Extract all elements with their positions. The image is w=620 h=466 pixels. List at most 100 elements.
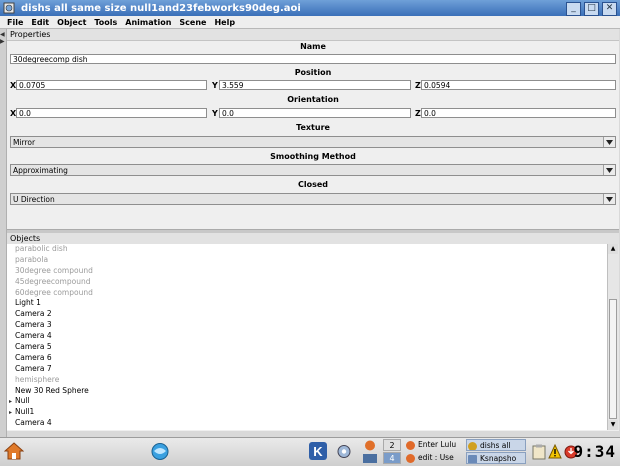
object-name: Camera 4 [15,331,52,341]
task-edit-use[interactable]: edit : Use [405,452,465,464]
desktop-icon[interactable] [362,453,378,464]
left-dock-strip[interactable]: ◀ ▶ [0,29,7,437]
name-label: Name [300,42,326,51]
aoi-task-icon [468,442,477,450]
orientation-y-label: Y [212,109,218,118]
closed-label: Closed [297,180,329,189]
position-x-field[interactable]: 0.0705 [16,80,207,90]
object-tree-item[interactable]: 45degreecompound [7,277,607,288]
object-tree-item[interactable]: parabolic dish [7,244,607,255]
orientation-y-field[interactable]: 0.0 [219,108,411,118]
object-tree-item[interactable]: Camera 7 [7,364,607,375]
object-tree-item[interactable]: New 30 Red Sphere [7,386,607,397]
menu-scene[interactable]: Scene [179,18,206,27]
object-tree-item[interactable]: Camera 2 [7,309,607,320]
position-label: Position [294,68,332,77]
position-y-label: Y [212,81,218,90]
chevron-down-icon[interactable] [603,165,615,175]
task-label: edit : Use [418,453,454,462]
object-name: parabola [15,254,49,264]
warning-icon[interactable] [548,444,562,460]
object-name: Camera 2 [15,309,52,319]
object-tree-item[interactable]: Camera 4 [7,418,607,429]
expand-arrow-icon[interactable]: ▶ [0,38,6,45]
object-tree[interactable]: parabolic dish parabola 30degree compound 4… [7,244,607,430]
network-icon[interactable] [150,442,170,461]
texture-value: Mirror [13,138,36,147]
object-name: New 30 Red Sphere [15,385,89,395]
scroll-down-icon[interactable]: ▼ [608,420,618,430]
task-dishs-all[interactable]: dishs all [466,439,526,451]
pager-desktop-4[interactable]: 4 [383,452,401,464]
menu-tools[interactable]: Tools [94,18,117,27]
menu-object[interactable]: Object [57,18,86,27]
object-tree-item[interactable]: Light 1 [7,298,607,309]
object-name: Camera 7 [15,363,52,373]
menu-animation[interactable]: Animation [125,18,171,27]
task-label: Ksnapsho [480,454,517,463]
object-name: Camera 4 [15,418,52,428]
menu-help[interactable]: Help [214,18,235,27]
smoothing-label: Smoothing Method [270,152,356,161]
smoothing-dropdown[interactable]: Approximating [10,164,616,176]
orientation-label: Orientation [287,95,339,104]
object-tree-item[interactable]: Camera 6 [7,353,607,364]
menu-edit[interactable]: Edit [31,18,49,27]
object-name: 60degree compound [15,287,93,297]
chevron-down-icon[interactable] [603,194,615,204]
object-tree-item[interactable]: Camera 5 [7,342,607,353]
object-name: Null1 [15,407,35,417]
objects-panel: Objects parabolic dish parabola 30degree c… [7,233,619,431]
home-icon[interactable] [4,441,24,461]
name-field[interactable]: 30degreecomp dish [10,54,616,64]
texture-label: Texture [296,123,330,132]
clock[interactable]: 9:34 [573,442,616,461]
smoothing-value: Approximating [13,166,68,175]
orientation-z-field[interactable]: 0.0 [421,108,616,118]
desktop-pager[interactable]: 2 4 [383,439,401,465]
task-enter-lulu[interactable]: Enter Lulu [405,439,465,451]
object-tree-item[interactable]: hemisphere [7,375,607,386]
window-titlebar[interactable]: dishs all same size null1and23febworks90… [0,0,620,16]
object-tree-item[interactable]: Camera 3 [7,320,607,331]
browser-task-icon [406,454,415,463]
browser-task-icon [406,441,415,450]
closed-dropdown[interactable]: U Direction [10,193,616,205]
svg-text:K: K [313,444,323,459]
scroll-up-icon[interactable]: ▲ [608,244,618,254]
position-y-field[interactable]: 3.559 [219,80,411,90]
object-name: Camera 3 [15,320,52,330]
pager-desktop-2[interactable]: 2 [383,439,401,451]
object-tree-item[interactable]: 60degree compound [7,288,607,299]
object-tree-item[interactable]: ▸ Null [7,396,607,407]
window-title: dishs all same size null1and23febworks90… [21,2,301,14]
object-tree-item[interactable]: ▸ Null1 [7,407,607,418]
orientation-z-label: Z [415,109,421,118]
clipboard-icon[interactable] [532,444,546,460]
object-name: 30degree compound [15,265,93,275]
kde-menu-icon[interactable]: K [308,441,328,461]
browser-icon[interactable] [362,440,378,451]
object-tree-item[interactable]: Camera 4 [7,331,607,342]
settings-gear-icon[interactable] [334,442,354,461]
objects-scrollbar[interactable]: ▲ ▼ [607,244,619,430]
texture-dropdown[interactable]: Mirror [10,136,616,148]
app-icon[interactable] [3,2,15,14]
object-tree-item[interactable]: parabola [7,255,607,266]
chevron-down-icon[interactable] [603,137,615,147]
collapse-arrow-icon[interactable]: ◀ [0,31,6,38]
minimize-button[interactable]: _ [566,2,581,16]
maximize-button[interactable]: □ [584,2,599,16]
ksnapshot-task-icon [468,455,477,463]
object-name: parabolic dish [15,244,68,253]
task-ksnapshot[interactable]: Ksnapsho [466,452,526,464]
taskbar: K 2 4 Enter Lulu dishs all edit : Use Ks… [0,437,620,466]
object-tree-item[interactable]: 30degree compound [7,266,607,277]
scrollbar-thumb[interactable] [609,299,617,419]
menu-file[interactable]: File [7,18,23,27]
object-name: Light 1 [15,298,41,308]
position-z-field[interactable]: 0.0594 [421,80,616,90]
object-name: hemisphere [15,374,60,384]
orientation-x-field[interactable]: 0.0 [16,108,207,118]
close-button[interactable]: ✕ [602,2,617,16]
